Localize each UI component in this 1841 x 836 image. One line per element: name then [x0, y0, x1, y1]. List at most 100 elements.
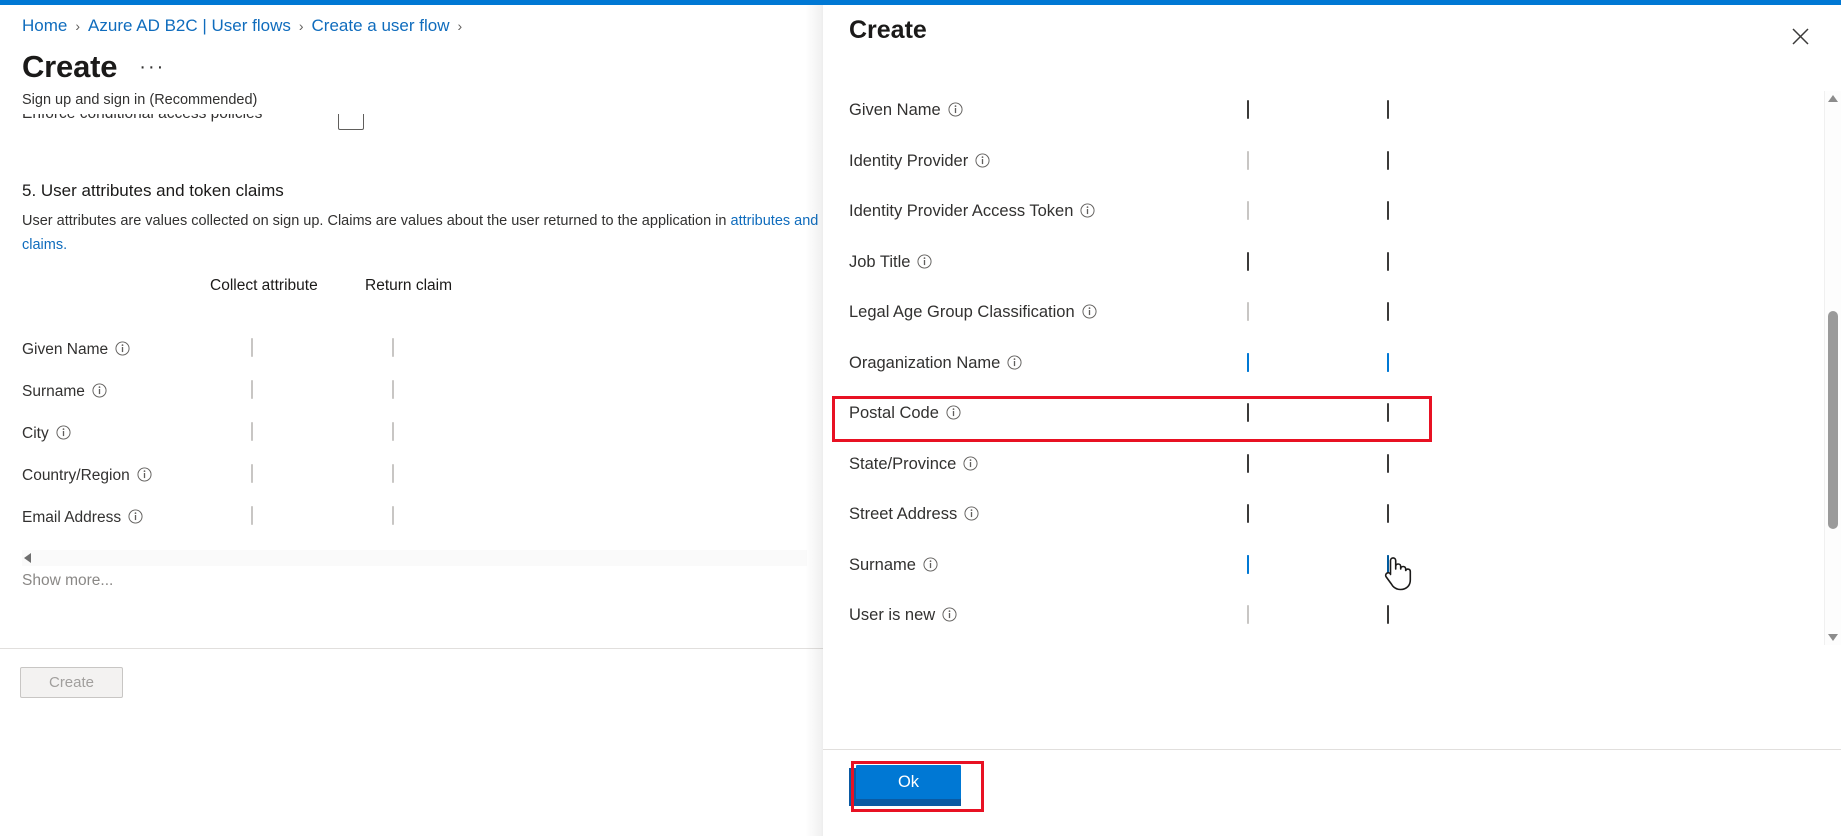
panel-return-claim-checkbox-postal-code[interactable] [1387, 403, 1389, 422]
scroll-up-arrow-icon[interactable] [1828, 95, 1838, 102]
page-subtitle: Sign up and sign in (Recommended) [22, 92, 258, 108]
create-button[interactable]: Create [20, 667, 123, 698]
breadcrumb-separator: › [457, 18, 463, 34]
panel-return-claim-checkbox-identity-provider-access-token[interactable] [1387, 201, 1389, 220]
section-description-text: User attributes are values collected on … [22, 213, 727, 229]
create-flyout-panel: Create Given Name Identity Provider Identi… [823, 5, 1841, 836]
panel-collect-attribute-checkbox-state-province[interactable] [1247, 453, 1249, 473]
panel-attribute-label-legal-age-group-classification: Legal Age Group Classification [849, 303, 1097, 322]
panel-collect-attribute-checkbox-user-is-new [1247, 605, 1249, 624]
panel-return-claim-checkbox-legal-age-group-classification[interactable] [1387, 302, 1389, 321]
info-icon[interactable] [1080, 203, 1095, 218]
info-icon[interactable] [964, 506, 979, 521]
panel-collect-attribute-checkbox-surname[interactable] [1247, 554, 1249, 574]
info-icon[interactable] [963, 455, 978, 471]
panel-row: Postal Code [823, 392, 1783, 443]
info-icon[interactable] [92, 383, 107, 398]
breadcrumb-separator: › [298, 18, 304, 34]
info-icon[interactable] [917, 253, 932, 269]
panel-return-claim-checkbox-given-name[interactable] [1387, 100, 1389, 119]
panel-row: Street Address [823, 493, 1783, 544]
attribute-label-country-region: Country/Region [22, 467, 152, 485]
section-title: 5. User attributes and token claims [22, 181, 284, 200]
close-icon[interactable] [1783, 19, 1817, 53]
more-actions-icon[interactable]: ··· [139, 56, 165, 79]
attribute-label-surname: Surname [22, 383, 107, 401]
ok-button[interactable]: Ok [856, 765, 961, 799]
panel-row: User is new [823, 594, 1783, 645]
breadcrumb-separator: › [75, 18, 81, 34]
panel-shadow [805, 5, 825, 836]
section-description: User attributes are values collected on … [22, 209, 823, 257]
panel-return-claim-checkbox-street-address[interactable] [1387, 504, 1389, 523]
panel-row: Given Name [823, 89, 1783, 140]
info-icon[interactable] [923, 556, 938, 572]
page-title-row: Create ··· [22, 49, 165, 85]
attribute-label-email-address: Email Address [22, 509, 143, 527]
panel-attribute-label-identity-provider-access-token: Identity Provider Access Token [849, 202, 1095, 221]
panel-attribute-label-postal-code: Postal Code [849, 404, 961, 423]
panel-row: State/Province [823, 443, 1783, 494]
panel-attribute-label-oraganization-name: Oraganization Name [849, 354, 1022, 373]
panel-row: Identity Provider [823, 140, 1783, 191]
panel-row: Identity Provider Access Token [823, 190, 1783, 241]
panel-return-claim-checkbox-surname[interactable] [1387, 554, 1389, 574]
panel-return-claim-checkbox-oraganization-name[interactable] [1387, 352, 1389, 372]
horizontal-scrollbar[interactable] [22, 550, 807, 566]
return-claim-checkbox-country-region [392, 464, 394, 483]
panel-collect-attribute-checkbox-job-title[interactable] [1247, 251, 1249, 271]
collect-attribute-checkbox-country-region [251, 464, 253, 483]
panel-row: Job Title [823, 241, 1783, 292]
collect-attribute-checkbox-surname [251, 380, 253, 399]
panel-collect-attribute-checkbox-street-address[interactable] [1247, 504, 1249, 523]
panel-collect-attribute-checkbox-postal-code[interactable] [1247, 403, 1249, 422]
scroll-down-arrow-icon[interactable] [1828, 634, 1838, 641]
panel-return-claim-checkbox-job-title[interactable] [1387, 251, 1389, 271]
collect-attribute-checkbox-given-name [251, 338, 253, 357]
collect-attribute-checkbox-email-address [251, 506, 253, 525]
info-icon[interactable] [975, 152, 990, 168]
panel-collect-attribute-checkbox-given-name[interactable] [1247, 100, 1249, 119]
panel-title: Create [849, 16, 927, 44]
scroll-left-arrow-icon[interactable] [24, 553, 31, 563]
panel-collect-attribute-checkbox-oraganization-name[interactable] [1247, 352, 1249, 372]
info-icon[interactable] [115, 341, 130, 356]
breadcrumb-item-home[interactable]: Home [22, 16, 67, 36]
conditional-access-checkbox[interactable] [338, 114, 364, 130]
info-icon[interactable] [128, 509, 143, 524]
panel-attribute-label-user-is-new: User is new [849, 606, 957, 625]
panel-footer-divider [823, 749, 1841, 750]
panel-row: Surname [823, 544, 1783, 595]
conditional-access-row: Enforce conditional access policies [22, 114, 582, 134]
footer-divider [0, 648, 823, 649]
conditional-access-label: Enforce conditional access policies [22, 114, 262, 123]
column-header-return-claim: Return claim [365, 277, 452, 294]
panel-return-claim-checkbox-identity-provider[interactable] [1387, 150, 1389, 170]
panel-collect-attribute-checkbox-identity-provider-access-token [1247, 201, 1249, 220]
scrollbar-thumb[interactable] [1828, 311, 1838, 529]
panel-row: Oraganization Name [823, 342, 1783, 393]
panel-attribute-label-street-address: Street Address [849, 505, 979, 524]
info-icon[interactable] [56, 425, 71, 440]
breadcrumb-item-create-a-user-flow[interactable]: Create a user flow [312, 16, 450, 36]
info-icon[interactable] [946, 405, 961, 420]
panel-attribute-label-job-title: Job Title [849, 253, 932, 272]
panel-attribute-label-surname: Surname [849, 556, 938, 575]
info-icon[interactable] [137, 467, 152, 482]
vertical-scrollbar[interactable] [1824, 91, 1841, 645]
breadcrumb: Home › Azure AD B2C | User flows › Create a … [22, 16, 462, 36]
attribute-label-city: City [22, 425, 71, 443]
page-title: Create [22, 49, 118, 84]
info-icon[interactable] [1082, 304, 1097, 319]
azure-portal-page: Home › Azure AD B2C | User flows › Create a … [0, 0, 1841, 836]
breadcrumb-item-azure-ad-b2c-user-flows[interactable]: Azure AD B2C | User flows [88, 16, 291, 36]
show-more-link[interactable]: Show more... [22, 572, 113, 590]
panel-return-claim-checkbox-user-is-new[interactable] [1387, 605, 1389, 624]
info-icon[interactable] [948, 102, 963, 117]
panel-attribute-label-identity-provider: Identity Provider [849, 152, 990, 171]
panel-row: Legal Age Group Classification [823, 291, 1783, 342]
info-icon[interactable] [1007, 354, 1022, 370]
panel-return-claim-checkbox-state-province[interactable] [1387, 453, 1389, 473]
return-claim-checkbox-city [392, 422, 394, 441]
info-icon[interactable] [942, 607, 957, 622]
